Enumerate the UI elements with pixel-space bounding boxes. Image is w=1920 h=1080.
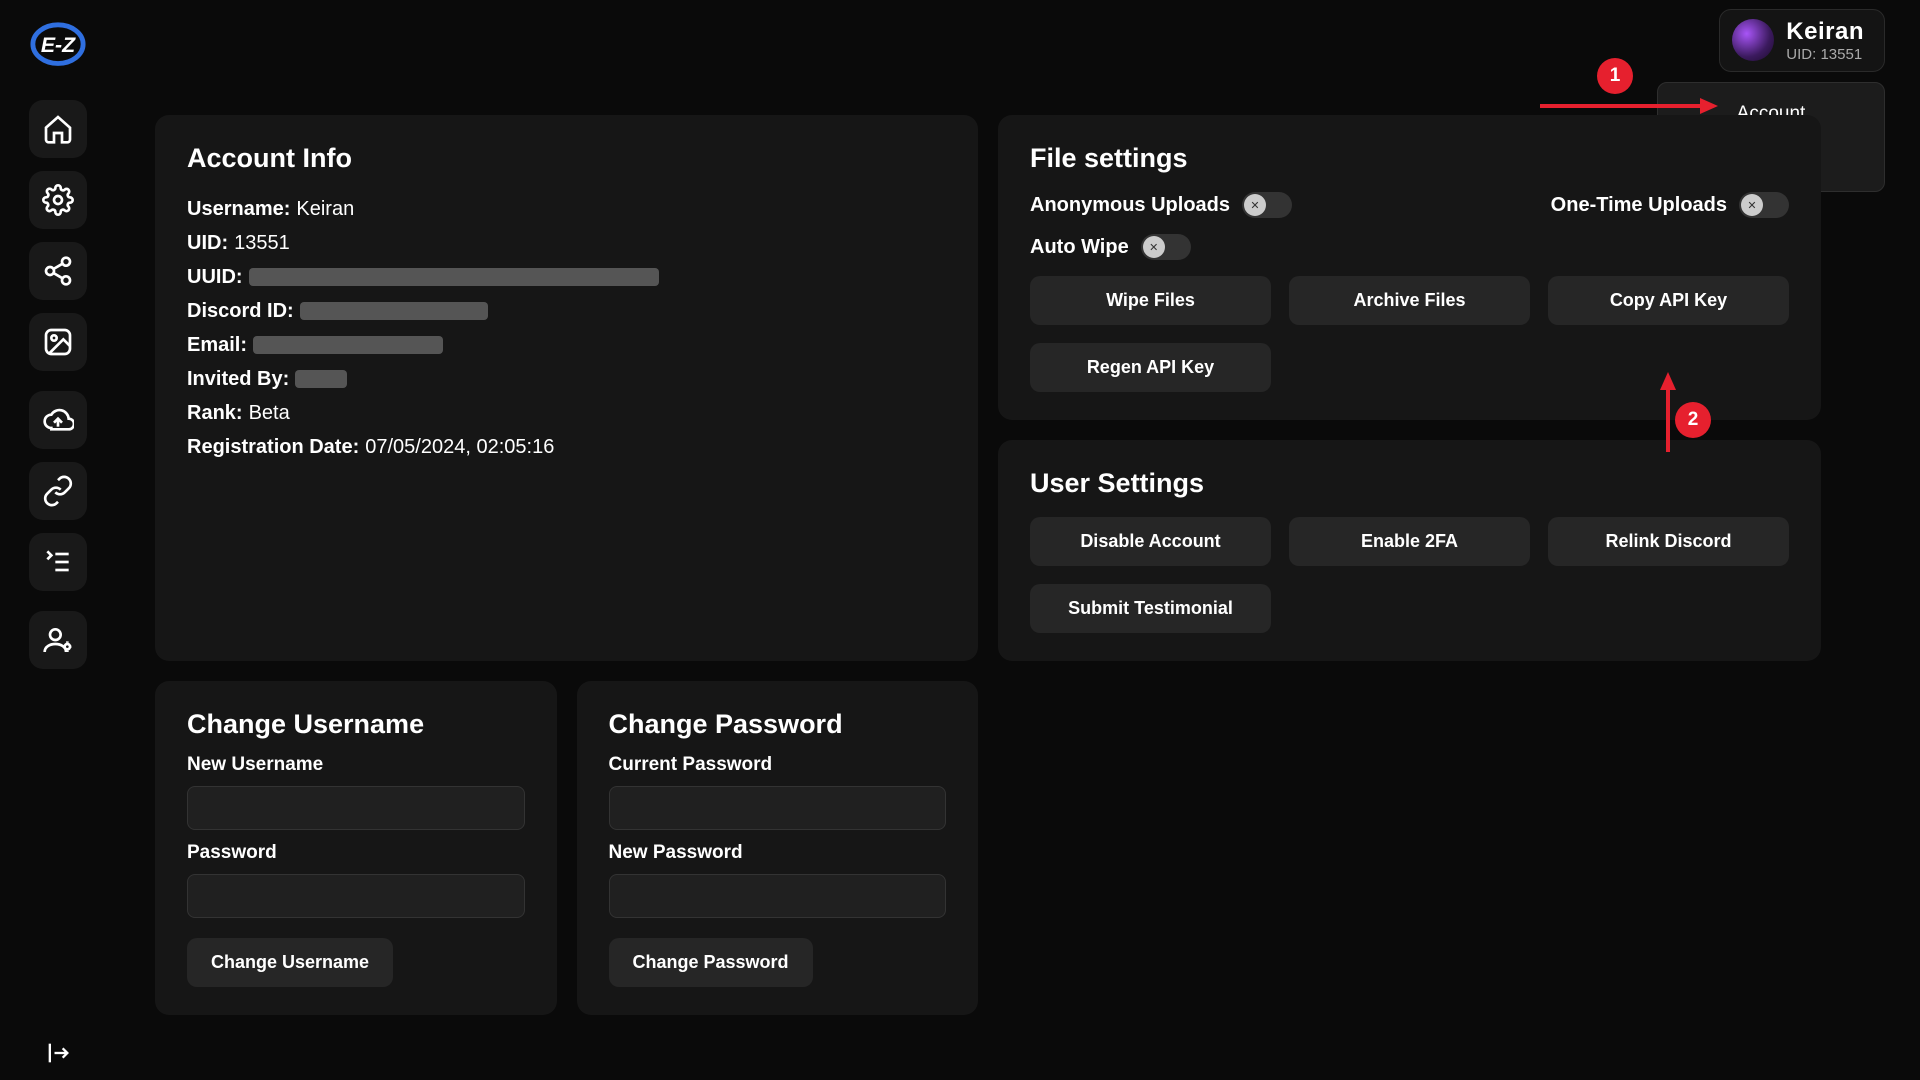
change-username-button[interactable]: Change Username xyxy=(187,938,393,987)
username-password-label: Password xyxy=(187,842,525,864)
anon-uploads-toggle[interactable]: ✕ xyxy=(1242,192,1292,218)
new-password-input[interactable] xyxy=(609,874,947,918)
new-username-input[interactable] xyxy=(187,786,525,830)
nav-collapse[interactable] xyxy=(0,1025,115,1080)
current-password-label: Current Password xyxy=(609,754,947,776)
nav-settings[interactable] xyxy=(29,171,87,229)
change-username-title: Change Username xyxy=(187,709,525,740)
change-username-card: Change Username New Username Password Ch… xyxy=(155,681,557,1015)
submit-testimonial-button[interactable]: Submit Testimonial xyxy=(1030,584,1271,633)
discord-redacted xyxy=(300,302,488,320)
new-username-label: New Username xyxy=(187,754,525,776)
nav-image[interactable] xyxy=(29,313,87,371)
disable-account-button[interactable]: Disable Account xyxy=(1030,517,1271,566)
file-settings-title: File settings xyxy=(1030,143,1789,174)
user-settings-title: User Settings xyxy=(1030,468,1789,499)
change-password-button[interactable]: Change Password xyxy=(609,938,813,987)
nav-paste[interactable] xyxy=(29,533,87,591)
anon-uploads-label: Anonymous Uploads xyxy=(1030,194,1230,217)
email-redacted xyxy=(253,336,443,354)
wipe-files-button[interactable]: Wipe Files xyxy=(1030,276,1271,325)
username-password-input[interactable] xyxy=(187,874,525,918)
sidebar: E-Z xyxy=(0,0,115,1080)
account-info-title: Account Info xyxy=(187,143,946,174)
app-logo: E-Z xyxy=(29,20,87,68)
auto-wipe-toggle[interactable]: ✕ xyxy=(1141,234,1191,260)
auto-wipe-label: Auto Wipe xyxy=(1030,236,1129,259)
onetime-uploads-label: One-Time Uploads xyxy=(1551,194,1727,217)
copy-api-key-button[interactable]: Copy API Key xyxy=(1548,276,1789,325)
svg-text:E-Z: E-Z xyxy=(40,33,75,57)
nav-upload[interactable] xyxy=(29,391,87,449)
onetime-uploads-toggle[interactable]: ✕ xyxy=(1739,192,1789,218)
archive-files-button[interactable]: Archive Files xyxy=(1289,276,1530,325)
change-password-title: Change Password xyxy=(609,709,947,740)
account-info-card: Account Info Username: Keiran UID: 13551… xyxy=(155,115,978,661)
nav-link[interactable] xyxy=(29,462,87,520)
current-password-input[interactable] xyxy=(609,786,947,830)
change-password-card: Change Password Current Password New Pas… xyxy=(577,681,979,1015)
regen-api-key-button[interactable]: Regen API Key xyxy=(1030,343,1271,392)
nav-home[interactable] xyxy=(29,100,87,158)
enable-2fa-button[interactable]: Enable 2FA xyxy=(1289,517,1530,566)
relink-discord-button[interactable]: Relink Discord xyxy=(1548,517,1789,566)
nav-share[interactable] xyxy=(29,242,87,300)
nav-admin[interactable] xyxy=(29,611,87,669)
new-password-label: New Password xyxy=(609,842,947,864)
uuid-redacted xyxy=(249,268,659,286)
file-settings-card: File settings Anonymous Uploads ✕ One-Ti… xyxy=(998,115,1821,420)
user-settings-card: User Settings Disable Account Enable 2FA… xyxy=(998,440,1821,661)
invited-redacted xyxy=(295,370,347,388)
main-content: Account Info Username: Keiran UID: 13551… xyxy=(115,0,1920,1080)
